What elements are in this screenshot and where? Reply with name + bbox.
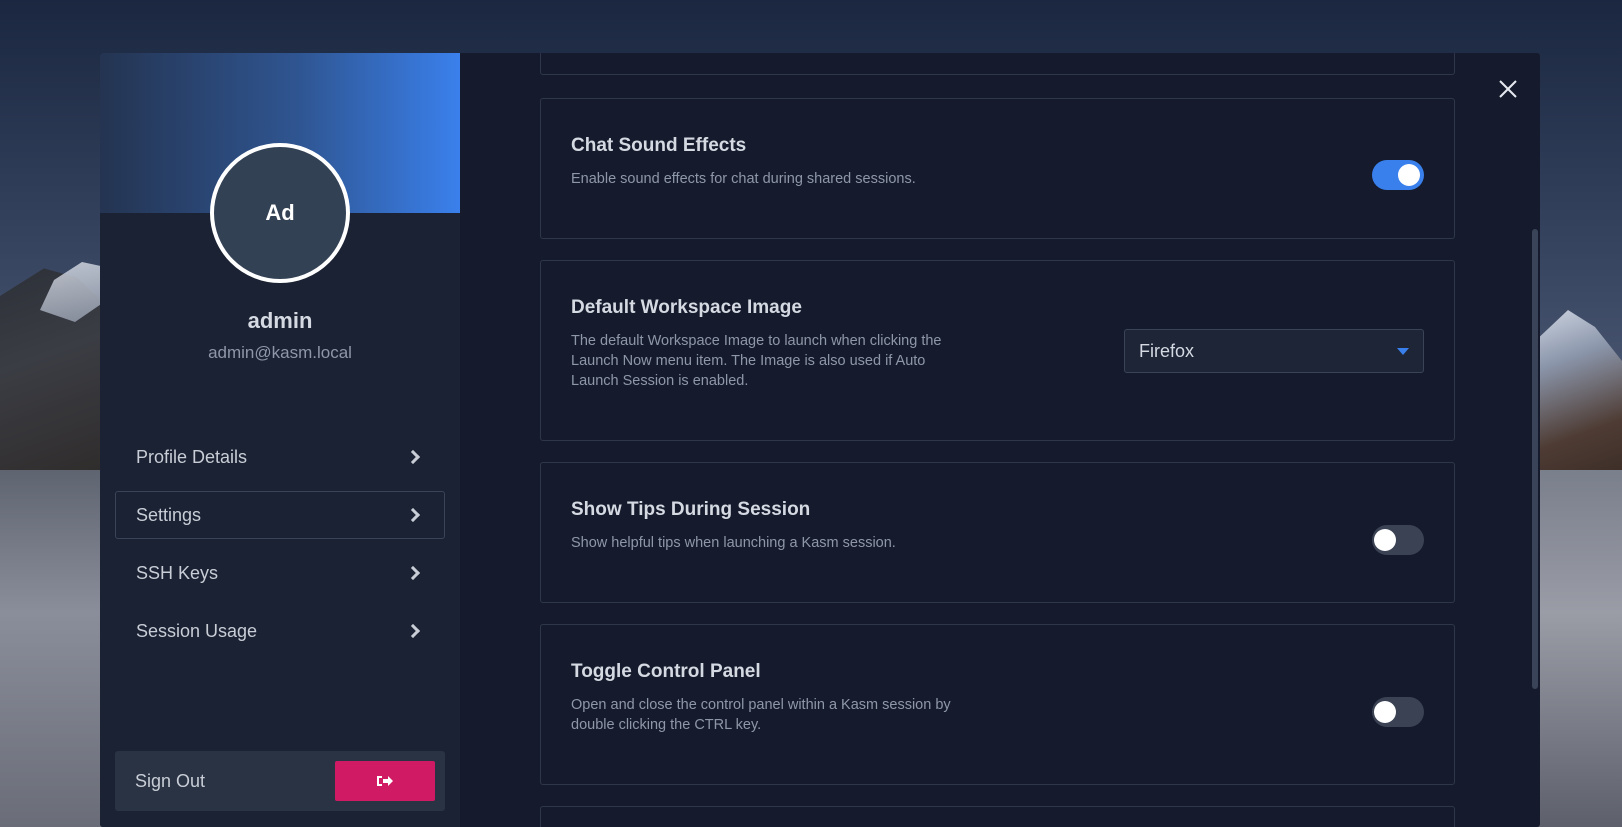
settings-card-next bbox=[540, 806, 1455, 827]
avatar-initials: Ad bbox=[265, 200, 295, 225]
setting-description: Open and close the control panel within … bbox=[571, 697, 951, 733]
setting-card-control-panel: Toggle Control Panel Open and close the … bbox=[540, 624, 1455, 785]
nav-item-session-usage[interactable]: Session Usage bbox=[115, 607, 445, 655]
nav-item-label: SSH Keys bbox=[136, 562, 219, 583]
chevron-right-icon bbox=[405, 565, 421, 581]
background-lake-right bbox=[1532, 470, 1622, 827]
settings-panel: Chat Sound Effects Enable sound effects … bbox=[460, 53, 1540, 827]
select-value: Firefox bbox=[1139, 340, 1195, 361]
avatar: Ad bbox=[210, 143, 350, 283]
setting-title: Default Workspace Image bbox=[571, 297, 802, 318]
nav-item-label: Settings bbox=[136, 504, 202, 525]
sign-out-icon bbox=[377, 776, 393, 786]
setting-description: Show helpful tips when launching a Kasm … bbox=[571, 535, 896, 551]
nav-item-ssh-keys[interactable]: SSH Keys bbox=[115, 549, 445, 597]
toggle-knob bbox=[1374, 529, 1396, 551]
setting-title: Toggle Control Panel bbox=[571, 661, 761, 682]
setting-card-show-tips: Show Tips During Session Show helpful ti… bbox=[540, 462, 1455, 603]
close-icon[interactable] bbox=[1496, 77, 1520, 101]
show-tips-toggle[interactable] bbox=[1372, 525, 1424, 555]
setting-title: Chat Sound Effects bbox=[571, 135, 747, 156]
setting-description: Enable sound effects for chat during sha… bbox=[571, 171, 916, 187]
nav-item-label: Session Usage bbox=[136, 620, 258, 641]
settings-card-previous bbox=[540, 53, 1455, 75]
nav-item-profile-details[interactable]: Profile Details bbox=[115, 433, 445, 481]
chevron-right-icon bbox=[405, 623, 421, 639]
control-panel-toggle[interactable] bbox=[1372, 697, 1424, 727]
chevron-right-icon bbox=[405, 449, 421, 465]
setting-card-default-image: Default Workspace Image The default Work… bbox=[540, 260, 1455, 441]
sign-out-bar: Sign Out bbox=[115, 751, 445, 811]
nav-item-label: Profile Details bbox=[136, 446, 248, 467]
sign-out-label: Sign Out bbox=[135, 770, 206, 791]
background-mountain-right bbox=[1532, 310, 1622, 480]
toggle-knob bbox=[1398, 164, 1420, 186]
profile-nav: Profile Details Settings SSH Keys Sessio… bbox=[115, 433, 445, 665]
chat-sound-toggle[interactable] bbox=[1372, 160, 1424, 190]
toggle-knob bbox=[1374, 701, 1396, 723]
profile-modal: Ad admin admin@kasm.local Profile Detail… bbox=[100, 53, 1540, 827]
caret-down-icon bbox=[1397, 347, 1409, 355]
setting-card-chat-sound: Chat Sound Effects Enable sound effects … bbox=[540, 98, 1455, 239]
user-email: admin@kasm.local bbox=[208, 343, 352, 362]
sign-out-button[interactable] bbox=[335, 761, 435, 801]
user-name: admin bbox=[247, 308, 313, 333]
chevron-right-icon bbox=[405, 507, 421, 523]
setting-title: Show Tips During Session bbox=[571, 499, 811, 520]
scrollbar-thumb[interactable] bbox=[1532, 229, 1538, 689]
default-image-select[interactable]: Firefox bbox=[1124, 329, 1424, 373]
nav-item-settings[interactable]: Settings bbox=[115, 491, 445, 539]
background-lake-left bbox=[0, 470, 110, 827]
profile-sidebar: Ad admin admin@kasm.local Profile Detail… bbox=[100, 53, 460, 827]
setting-description: The default Workspace Image to launch wh… bbox=[571, 333, 942, 389]
